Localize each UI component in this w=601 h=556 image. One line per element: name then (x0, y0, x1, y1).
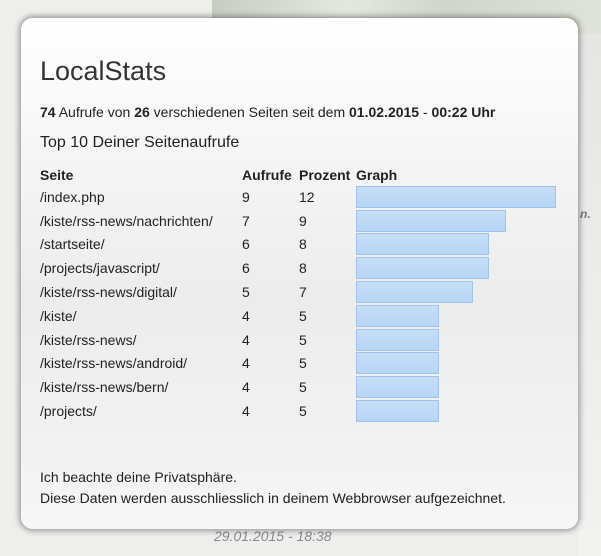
page-path-cell: /kiste/rss-news/android/ (40, 355, 188, 372)
percent-bar (356, 376, 439, 399)
table-row: /projects/4 5 (40, 399, 561, 423)
percent-cell: 5 (299, 307, 307, 324)
header-page: Seite (40, 167, 74, 183)
graph-cell (356, 256, 561, 280)
graph-cell (356, 233, 561, 257)
percent-bar (356, 328, 439, 351)
top-pages-table: Seite Aufrufe Prozent Graph /index.php 9 1… (40, 165, 561, 423)
percent-cell: 5 (299, 355, 307, 372)
pages-label: verschiedenen Seiten seit dem (153, 104, 346, 120)
hits-cell: 4 (242, 379, 250, 396)
distinct-pages: 26 (134, 104, 150, 120)
hits-cell: 4 (242, 355, 250, 372)
table-row: /kiste/rss-news/4 5 (40, 328, 561, 352)
hits-cell: 9 (242, 188, 250, 205)
table-row: /kiste/rss-news/digital/5 7 (40, 280, 561, 304)
table-row: /kiste/4 5 (40, 304, 561, 328)
table-header-row: Seite Aufrufe Prozent Graph (40, 165, 561, 185)
graph-cell (356, 399, 561, 423)
table-row: /kiste/rss-news/nachrichten/7 9 (40, 209, 561, 233)
hits-cell: 4 (242, 307, 250, 324)
graph-cell (356, 304, 561, 328)
table-row: /index.php 9 12 (40, 185, 561, 209)
since-time: 00:22 Uhr (431, 104, 496, 120)
hits-cell: 4 (242, 403, 250, 420)
percent-bar (356, 257, 489, 280)
percent-cell: 5 (299, 379, 307, 396)
percent-bar (356, 352, 439, 375)
page-path-cell: /index.php (40, 188, 105, 205)
page-path-cell: /projects/ (40, 403, 97, 420)
header-graph: Graph (356, 167, 398, 183)
table-row: /kiste/rss-news/android/4 5 (40, 352, 561, 376)
percent-bar (356, 233, 489, 256)
page-path-cell: /kiste/ (40, 307, 77, 324)
percent-bar (356, 400, 439, 423)
page-path-cell: /kiste/rss-news/ (40, 331, 137, 348)
localstats-popup: LocalStats 74 Aufrufe von 26 verschieden… (21, 18, 578, 529)
table-body: /index.php 9 12/kiste/rss-news/nachrichten… (40, 185, 561, 423)
background-post-date: 29.01.2015 - 18:38 (214, 528, 332, 544)
table-row: /kiste/rss-news/bern/4 5 (40, 375, 561, 399)
page-path-cell: /kiste/rss-news/nachrichten/ (40, 212, 213, 229)
graph-cell (356, 209, 561, 233)
top-10-heading: Top 10 Deiner Seitenaufrufe (40, 134, 240, 151)
percent-bar (356, 281, 473, 304)
popup-title: LocalStats (40, 56, 167, 86)
percent-cell: 8 (299, 236, 307, 253)
header-percent: Prozent (299, 167, 351, 183)
percent-bar (356, 209, 506, 232)
background-edge-text: n. (580, 207, 591, 221)
percent-cell: 8 (299, 260, 307, 277)
page-path-cell: /kiste/rss-news/bern/ (40, 379, 169, 396)
graph-cell (356, 352, 561, 376)
date-separator: - (422, 104, 428, 120)
hits-cell: 4 (242, 331, 250, 348)
since-date: 01.02.2015 (349, 104, 420, 120)
hits-label: Aufrufe von (58, 104, 131, 120)
page-path-cell: /kiste/rss-news/digital/ (40, 284, 177, 301)
percent-cell: 12 (299, 188, 315, 205)
percent-cell: 5 (299, 403, 307, 420)
hits-cell: 6 (242, 260, 250, 277)
privacy-line-2: Diese Daten werden ausschliesslich in de… (40, 490, 506, 506)
graph-cell (356, 328, 561, 352)
percent-cell: 5 (299, 331, 307, 348)
hits-cell: 6 (242, 236, 250, 253)
table-row: /startseite/6 8 (40, 233, 561, 257)
stats-summary: 74 Aufrufe von 26 verschiedenen Seiten s… (40, 104, 495, 120)
percent-bar (356, 304, 439, 327)
header-hits: Aufrufe (242, 167, 292, 183)
background-page-edge (578, 34, 601, 556)
percent-cell: 7 (299, 284, 307, 301)
table-row: /projects/javascript/6 8 (40, 256, 561, 280)
graph-cell (356, 185, 561, 209)
percent-bar (356, 185, 556, 208)
page-path-cell: /startseite/ (40, 236, 105, 253)
total-hits: 74 (40, 104, 56, 120)
hits-cell: 7 (242, 212, 250, 229)
graph-cell (356, 375, 561, 399)
privacy-line-1: Ich beachte deine Privatsphäre. (40, 469, 237, 485)
hits-cell: 5 (242, 284, 250, 301)
privacy-notice: Ich beachte deine Privatsphäre. Diese Da… (40, 467, 506, 509)
percent-cell: 9 (299, 212, 307, 229)
page-path-cell: /projects/javascript/ (40, 260, 160, 277)
graph-cell (356, 280, 561, 304)
